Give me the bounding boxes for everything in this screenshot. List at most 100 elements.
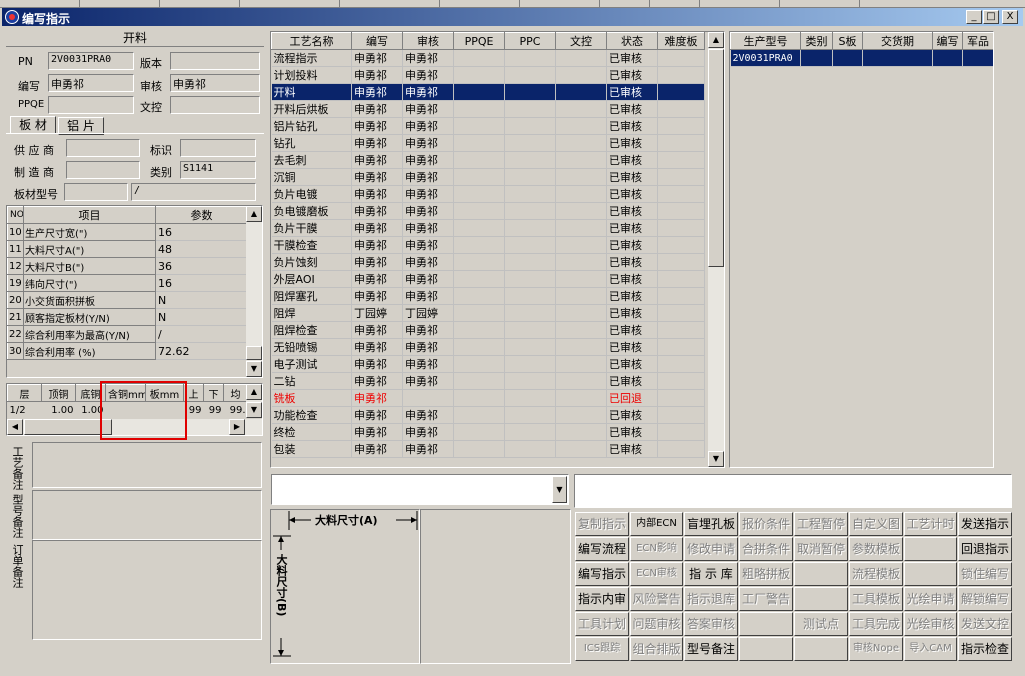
process-status-cell[interactable]: 已审核 bbox=[606, 423, 658, 441]
process-reviewer-cell[interactable]: 申勇祁 bbox=[402, 100, 454, 118]
action-button[interactable]: 编写流程 bbox=[575, 537, 629, 561]
process-author-cell[interactable]: 申勇祁 bbox=[351, 134, 403, 152]
table-row[interactable]: 计划投料 申勇祁 申勇祁 已审核 bbox=[271, 66, 705, 84]
table-row[interactable]: 去毛刺 申勇祁 申勇祁 已审核 bbox=[271, 151, 705, 169]
process-empty-cell[interactable] bbox=[453, 304, 505, 322]
process-reviewer-cell[interactable]: 申勇祁 bbox=[402, 134, 454, 152]
product-cell[interactable]: 2V0031PRA0 bbox=[730, 49, 801, 67]
process-status-cell[interactable]: 已审核 bbox=[606, 287, 658, 305]
product-col-header[interactable]: 交货期 bbox=[862, 32, 933, 50]
process-name-cell[interactable]: 包装 bbox=[271, 440, 352, 458]
process-empty-cell[interactable] bbox=[504, 236, 556, 254]
maker-field[interactable] bbox=[66, 161, 140, 179]
process-empty-cell[interactable] bbox=[657, 270, 705, 288]
layer-cell[interactable]: 99 bbox=[204, 402, 224, 419]
param-value-cell[interactable]: 36 bbox=[155, 257, 248, 275]
process-name-cell[interactable]: 二钻 bbox=[271, 372, 352, 390]
table-row[interactable]: 铝片钻孔 申勇祁 申勇祁 已审核 bbox=[271, 117, 705, 135]
process-empty-cell[interactable] bbox=[453, 389, 505, 407]
process-reviewer-cell[interactable]: 申勇祁 bbox=[402, 355, 454, 373]
table-row[interactable]: 负片干膜 申勇祁 申勇祁 已审核 bbox=[271, 219, 705, 237]
process-author-cell[interactable]: 申勇祁 bbox=[351, 389, 403, 407]
action-button[interactable]: 型号备注 bbox=[684, 637, 738, 661]
tab-board[interactable]: 板 材 bbox=[10, 116, 56, 134]
process-name-cell[interactable]: 开料后烘板 bbox=[271, 100, 352, 118]
process-name-cell[interactable]: 阻焊检查 bbox=[271, 321, 352, 339]
chevron-down-icon[interactable]: ▼ bbox=[552, 476, 567, 503]
process-empty-cell[interactable] bbox=[453, 117, 505, 135]
process-empty-cell[interactable] bbox=[504, 423, 556, 441]
process-empty-cell[interactable] bbox=[657, 83, 705, 101]
process-empty-cell[interactable] bbox=[657, 236, 705, 254]
process-status-cell[interactable]: 已审核 bbox=[606, 168, 658, 186]
process-empty-cell[interactable] bbox=[453, 202, 505, 220]
table-row[interactable]: 二钻 申勇祁 申勇祁 已审核 bbox=[271, 372, 705, 390]
process-empty-cell[interactable] bbox=[504, 185, 556, 203]
process-empty-cell[interactable] bbox=[657, 202, 705, 220]
process-empty-cell[interactable] bbox=[453, 287, 505, 305]
note-textarea[interactable] bbox=[32, 442, 262, 488]
process-empty-cell[interactable] bbox=[453, 270, 505, 288]
process-empty-cell[interactable] bbox=[657, 304, 705, 322]
action-button[interactable]: 指示内审 bbox=[575, 587, 629, 611]
doccontrol-field[interactable] bbox=[170, 96, 260, 114]
product-cell[interactable] bbox=[800, 49, 833, 67]
author-field[interactable]: 申勇祁 bbox=[48, 74, 134, 92]
process-empty-cell[interactable] bbox=[453, 372, 505, 390]
process-scrollbar[interactable]: ▲ ▼ bbox=[708, 32, 724, 467]
process-author-cell[interactable]: 申勇祁 bbox=[351, 270, 403, 288]
process-reviewer-cell[interactable]: 申勇祁 bbox=[402, 83, 454, 101]
table-row[interactable]: 负电镀磨板 申勇祁 申勇祁 已审核 bbox=[271, 202, 705, 220]
process-empty-cell[interactable] bbox=[657, 151, 705, 169]
process-name-cell[interactable]: 终检 bbox=[271, 423, 352, 441]
process-status-cell[interactable]: 已审核 bbox=[606, 338, 658, 356]
params-scrollbar[interactable]: ▲ ▼ bbox=[246, 206, 262, 377]
process-author-cell[interactable]: 申勇祁 bbox=[351, 202, 403, 220]
process-reviewer-cell[interactable]: 申勇祁 bbox=[402, 168, 454, 186]
scroll-down-icon[interactable]: ▼ bbox=[246, 402, 262, 418]
table-row[interactable]: 终检 申勇祁 申勇祁 已审核 bbox=[271, 423, 705, 441]
boardtype-field-2[interactable]: / bbox=[131, 183, 256, 201]
table-row[interactable]: 30 综合利用率 (%) 72.62 bbox=[7, 342, 248, 360]
table-row[interactable]: 20 小交货面积拼板 N bbox=[7, 291, 248, 309]
process-name-cell[interactable]: 开料 bbox=[271, 83, 352, 101]
process-empty-cell[interactable] bbox=[657, 355, 705, 373]
process-name-cell[interactable]: 沉铜 bbox=[271, 168, 352, 186]
scroll-right-icon[interactable]: ▶ bbox=[229, 419, 245, 435]
process-grid[interactable]: 工艺名称 编写 审核 PPQE PPC 文控 状态 难度板 流程指示 申勇祁 申勇祁 已审核 计划投料… bbox=[270, 31, 725, 468]
process-col-header[interactable]: 文控 bbox=[555, 32, 607, 50]
process-col-header[interactable]: 编写 bbox=[351, 32, 403, 50]
process-reviewer-cell[interactable]: 申勇祁 bbox=[402, 151, 454, 169]
process-empty-cell[interactable] bbox=[504, 219, 556, 237]
scroll-down-icon[interactable]: ▼ bbox=[708, 451, 724, 467]
table-row[interactable]: 2V0031PRA0 bbox=[730, 49, 993, 67]
process-reviewer-cell[interactable]: 申勇祁 bbox=[402, 236, 454, 254]
process-empty-cell[interactable] bbox=[657, 372, 705, 390]
param-value-cell[interactable]: 72.62 bbox=[155, 342, 248, 360]
scroll-left-icon[interactable]: ◀ bbox=[7, 419, 23, 435]
col-param[interactable]: 参数 bbox=[155, 206, 248, 224]
table-row[interactable]: 12 大料尺寸B(") 36 bbox=[7, 257, 248, 275]
process-empty-cell[interactable] bbox=[504, 66, 556, 84]
process-empty-cell[interactable] bbox=[657, 440, 705, 458]
process-author-cell[interactable]: 申勇祁 bbox=[351, 66, 403, 84]
scroll-thumb[interactable] bbox=[246, 346, 262, 360]
process-empty-cell[interactable] bbox=[555, 270, 607, 288]
param-value-cell[interactable]: N bbox=[155, 291, 248, 309]
close-button[interactable]: X bbox=[1002, 10, 1018, 24]
process-reviewer-cell[interactable]: 申勇祁 bbox=[402, 66, 454, 84]
process-empty-cell[interactable] bbox=[453, 49, 505, 67]
process-empty-cell[interactable] bbox=[504, 202, 556, 220]
process-status-cell[interactable]: 已审核 bbox=[606, 151, 658, 169]
process-empty-cell[interactable] bbox=[453, 321, 505, 339]
product-col-header[interactable]: 生产型号 bbox=[730, 32, 801, 50]
layer-col-header[interactable]: 均 bbox=[223, 384, 248, 402]
version-field[interactable] bbox=[170, 52, 260, 70]
process-empty-cell[interactable] bbox=[453, 236, 505, 254]
scroll-up-icon[interactable]: ▲ bbox=[246, 206, 262, 222]
process-author-cell[interactable]: 申勇祁 bbox=[351, 355, 403, 373]
process-empty-cell[interactable] bbox=[504, 338, 556, 356]
process-empty-cell[interactable] bbox=[555, 168, 607, 186]
action-button[interactable]: 回退指示 bbox=[958, 537, 1012, 561]
minimize-button[interactable]: _ bbox=[966, 10, 982, 24]
